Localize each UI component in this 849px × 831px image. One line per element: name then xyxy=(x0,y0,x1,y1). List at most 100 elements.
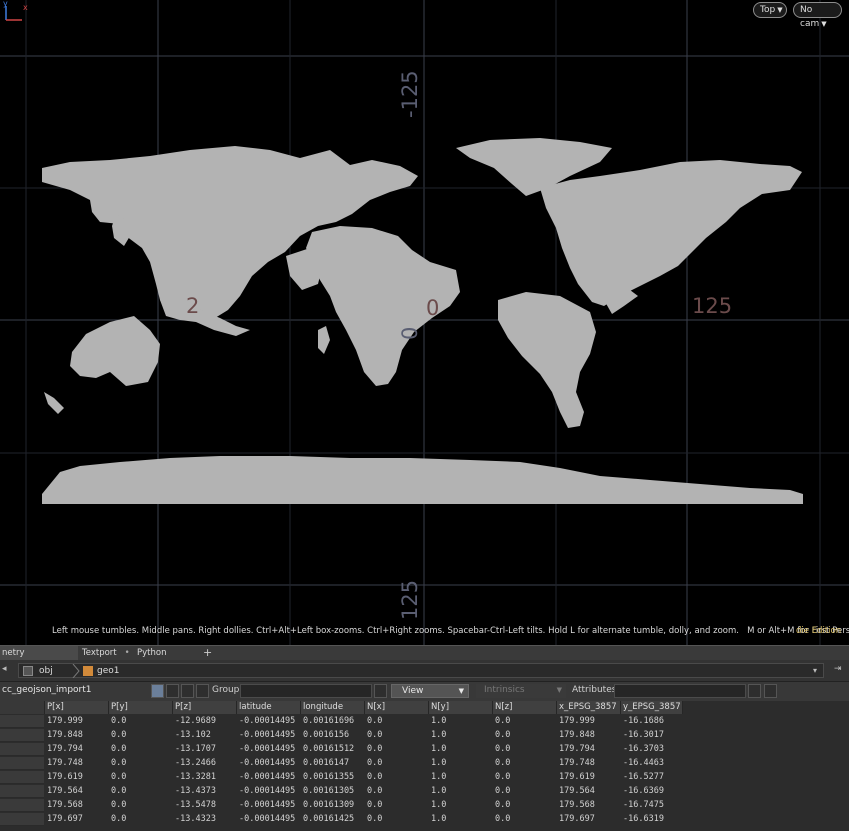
table-cell: 0.0 xyxy=(495,716,511,726)
table-cell: 179.697 xyxy=(47,814,83,824)
group-field[interactable] xyxy=(240,684,372,698)
table-cell: -13.3281 xyxy=(175,772,216,782)
table-cell: -0.00014495 xyxy=(239,744,296,754)
table-cell: 1.0 xyxy=(431,786,447,796)
row-index-cell xyxy=(0,729,44,742)
table-cell: -16.1686 xyxy=(623,716,664,726)
attributes-label: Attributes: xyxy=(572,685,620,695)
tab-geometry-spreadsheet[interactable]: netry Spreadsheet• xyxy=(0,646,78,672)
column-header[interactable]: longitude xyxy=(301,701,365,714)
camera-menu-button[interactable]: No cam ▼ xyxy=(793,2,842,29)
primitives-mode-icon[interactable] xyxy=(181,684,194,698)
table-cell: 179.748 xyxy=(559,758,595,768)
table-cell: 1.0 xyxy=(431,716,447,726)
table-cell: 0.0016147 xyxy=(303,758,350,768)
axis-label-center-horizontal: 0 xyxy=(426,296,440,320)
points-mode-icon[interactable] xyxy=(151,684,164,698)
row-index-cell xyxy=(0,785,44,798)
group-filter-icon[interactable] xyxy=(374,684,387,698)
table-cell: -13.102 xyxy=(175,730,211,740)
refresh-icon[interactable] xyxy=(764,684,777,698)
landmass-australia xyxy=(70,316,160,386)
table-cell: 0.0 xyxy=(495,772,511,782)
group-label: Group: xyxy=(212,685,243,695)
table-cell: 0.0 xyxy=(111,786,127,796)
table-cell: 179.848 xyxy=(47,730,83,740)
scene-viewport[interactable]: Top ▼ No cam ▼ -125 0 0 125 125 2 y x Left… xyxy=(0,0,849,645)
table-cell: 0.0 xyxy=(111,800,127,810)
table-cell: 0.0 xyxy=(495,758,511,768)
vertices-mode-icon[interactable] xyxy=(166,684,179,698)
add-tab-icon[interactable]: + xyxy=(203,646,212,660)
table-cell: 0.00161305 xyxy=(303,786,355,796)
table-cell: -0.00014495 xyxy=(239,814,296,824)
table-cell: -13.2466 xyxy=(175,758,216,768)
column-header[interactable]: N[z] xyxy=(493,701,557,714)
gizmo-y-label: y xyxy=(3,0,8,8)
table-cell: -16.6369 xyxy=(623,786,664,796)
viewport-grid-and-geometry xyxy=(0,0,849,645)
attributes-filter-icon[interactable] xyxy=(748,684,761,698)
table-cell: -16.3017 xyxy=(623,730,664,740)
table-cell: 0.0 xyxy=(367,758,383,768)
table-cell: -0.00014495 xyxy=(239,758,296,768)
pane-tab-bar: netry Spreadsheet• Textport • Python Shel… xyxy=(0,645,849,672)
tab-menu-icon[interactable]: • xyxy=(125,648,130,658)
column-header[interactable]: P[z] xyxy=(173,701,237,714)
table-cell: 0.0 xyxy=(367,814,383,824)
table-cell: 1.0 xyxy=(431,800,447,810)
table-cell: 1.0 xyxy=(431,730,447,740)
table-cell: 0.0 xyxy=(367,772,383,782)
table-cell: -13.4323 xyxy=(175,814,216,824)
table-cell: 179.568 xyxy=(47,800,83,810)
pin-icon[interactable]: ⇥ xyxy=(834,664,842,674)
table-cell: 0.00161696 xyxy=(303,716,355,726)
row-index-cell xyxy=(0,813,44,826)
detail-mode-icon[interactable] xyxy=(196,684,209,698)
column-header[interactable]: y_EPSG_3857 xyxy=(621,701,683,714)
navigation-hint: Left mouse tumbles. Middle pans. Right d… xyxy=(52,626,849,636)
column-header[interactable]: x_EPSG_3857 xyxy=(557,701,621,714)
landmass-south-america xyxy=(498,292,596,428)
table-cell: 0.0 xyxy=(111,716,127,726)
table-cell: -16.6319 xyxy=(623,814,664,824)
table-cell: 179.848 xyxy=(559,730,595,740)
view-menu-button[interactable]: Top ▼ xyxy=(753,2,787,18)
row-index-cell xyxy=(0,757,44,770)
attributes-field[interactable] xyxy=(614,684,746,698)
table-cell: 179.794 xyxy=(559,744,595,754)
table-cell: 0.0 xyxy=(367,786,383,796)
intrinsics-dropdown[interactable]: Intrinsics ▼ xyxy=(476,684,566,698)
table-cell: 0.0 xyxy=(367,744,383,754)
path-field[interactable]: obj geo1 ▾ xyxy=(18,663,824,678)
tab-python-shell[interactable]: Python Shell• xyxy=(135,646,199,672)
table-cell: 1.0 xyxy=(431,758,447,768)
path-crumb-geo1[interactable]: geo1 xyxy=(97,664,119,678)
table-cell: -0.00014495 xyxy=(239,730,296,740)
view-dropdown[interactable]: View ▼ xyxy=(391,684,469,698)
table-cell: -16.5277 xyxy=(623,772,664,782)
back-arrow-icon[interactable]: ◂ xyxy=(2,664,7,674)
table-cell: 0.0 xyxy=(495,800,511,810)
table-cell: 179.748 xyxy=(47,758,83,768)
column-header[interactable]: N[x] xyxy=(365,701,429,714)
path-dropdown-icon[interactable]: ▾ xyxy=(813,664,817,678)
landmass-north-america xyxy=(540,160,802,306)
table-cell: 179.619 xyxy=(559,772,595,782)
table-cell: 179.564 xyxy=(47,786,83,796)
column-header[interactable]: P[y] xyxy=(109,701,173,714)
table-cell: -13.1707 xyxy=(175,744,216,754)
table-cell: 0.0 xyxy=(111,744,127,754)
column-header[interactable]: P[x] xyxy=(45,701,109,714)
view-dropdown-label: View xyxy=(402,686,424,696)
caret-down-icon: ▼ xyxy=(821,20,827,28)
tab-textport[interactable]: Textport • xyxy=(80,646,130,660)
column-header[interactable]: N[y] xyxy=(429,701,493,714)
table-cell: 0.0 xyxy=(111,772,127,782)
column-header[interactable]: latitude xyxy=(237,701,301,714)
path-crumb-obj[interactable]: obj xyxy=(39,664,53,678)
table-cell: 179.568 xyxy=(559,800,595,810)
table-cell: 0.00161512 xyxy=(303,744,355,754)
geometry-spreadsheet-table[interactable]: P[x] P[y] P[z] latitude longitude N[x] N[y] N[z… xyxy=(0,701,849,831)
network-path-bar: ◂ obj geo1 ▾ ⇥ xyxy=(0,660,849,682)
